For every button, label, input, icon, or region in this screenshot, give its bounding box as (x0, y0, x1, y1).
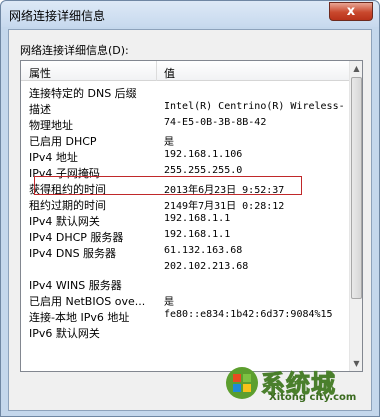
list-row[interactable]: 连接特定的 DNS 后缀 (21, 83, 351, 100)
row-value: 255.255.255.0 (164, 165, 243, 176)
list-row[interactable]: 已启用 DHCP 是 (21, 131, 351, 148)
mac-address-highlight-box (34, 176, 302, 195)
list-row[interactable]: IPv4 DNS 服务器 61.132.163.68 (21, 243, 351, 260)
column-header-value[interactable]: 值 (164, 65, 175, 81)
dialog-client-area: 网络连接详细信息(D): 属性 值 连接特定的 DNS 后缀 描述 Intel(R… (8, 29, 372, 411)
title-bar: 网络连接详细信息 x (1, 1, 379, 27)
list-row[interactable]: 描述 Intel(R) Centrino(R) Wireless- (21, 99, 351, 116)
list-row[interactable]: IPv6 默认网关 (21, 323, 351, 340)
list-header: 属性 值 (21, 61, 351, 81)
row-value: 是 (164, 297, 174, 308)
list-row[interactable]: IPv4 默认网关 192.168.1.1 (21, 211, 351, 228)
details-label: 网络连接详细信息(D): (20, 44, 129, 57)
close-icon: x (346, 4, 356, 19)
list-row[interactable]: 连接-本地 IPv6 地址 fe80::e834:1b42:6d37:9084%1… (21, 307, 351, 324)
row-value: 61.132.163.68 (164, 245, 243, 256)
list-row[interactable]: 202.102.213.68 (21, 259, 351, 275)
scroll-up-arrow-icon[interactable]: ▲ (351, 62, 362, 75)
list-row[interactable]: 已启用 NetBIOS ove... 是 (21, 291, 351, 308)
watermark-site: Xitong city.com (269, 392, 357, 403)
row-value: fe80::e834:1b42:6d37:9084%15 (164, 309, 333, 320)
column-divider[interactable] (156, 61, 157, 81)
list-row[interactable]: IPv4 WINS 服务器 (21, 275, 351, 292)
list-row[interactable]: IPv4 DHCP 服务器 192.168.1.1 (21, 227, 351, 244)
windows-logo-icon (226, 367, 258, 399)
details-list[interactable]: 属性 值 连接特定的 DNS 后缀 描述 Intel(R) Centrino(R)… (20, 60, 363, 372)
row-value: 192.168.1.1 (164, 213, 231, 224)
close-button[interactable]: x (329, 2, 373, 21)
row-value: 2149年7月31日 0:28:12 (164, 201, 285, 212)
column-header-property[interactable]: 属性 (29, 65, 51, 81)
list-row[interactable]: 物理地址 74-E5-0B-3B-8B-42 (21, 115, 351, 132)
row-value: Intel(R) Centrino(R) Wireless- (164, 101, 345, 112)
list-rows: 连接特定的 DNS 后缀 描述 Intel(R) Centrino(R) Wire… (21, 83, 351, 340)
row-property: IPv6 默认网关 (29, 327, 100, 340)
window-title: 网络连接详细信息 (9, 9, 106, 23)
scrollbar-thumb[interactable] (351, 77, 362, 299)
site-watermark: 系统城 Xitong city.com (225, 364, 375, 408)
row-value: 是 (164, 137, 174, 148)
vertical-scrollbar[interactable]: ▲ ▼ (349, 61, 362, 371)
list-row[interactable]: 租约过期的时间 2149年7月31日 0:28:12 (21, 195, 351, 212)
network-details-window: 网络连接详细信息 x 网络连接详细信息(D): 属性 值 连接特定的 DNS 后… (0, 0, 380, 417)
list-row[interactable]: IPv4 地址 192.168.1.106 (21, 147, 351, 164)
row-value: 192.168.1.106 (164, 149, 243, 160)
row-value: 74-E5-0B-3B-8B-42 (164, 117, 267, 128)
row-value: 202.102.213.68 (164, 261, 249, 272)
row-value: 192.168.1.1 (164, 229, 231, 240)
